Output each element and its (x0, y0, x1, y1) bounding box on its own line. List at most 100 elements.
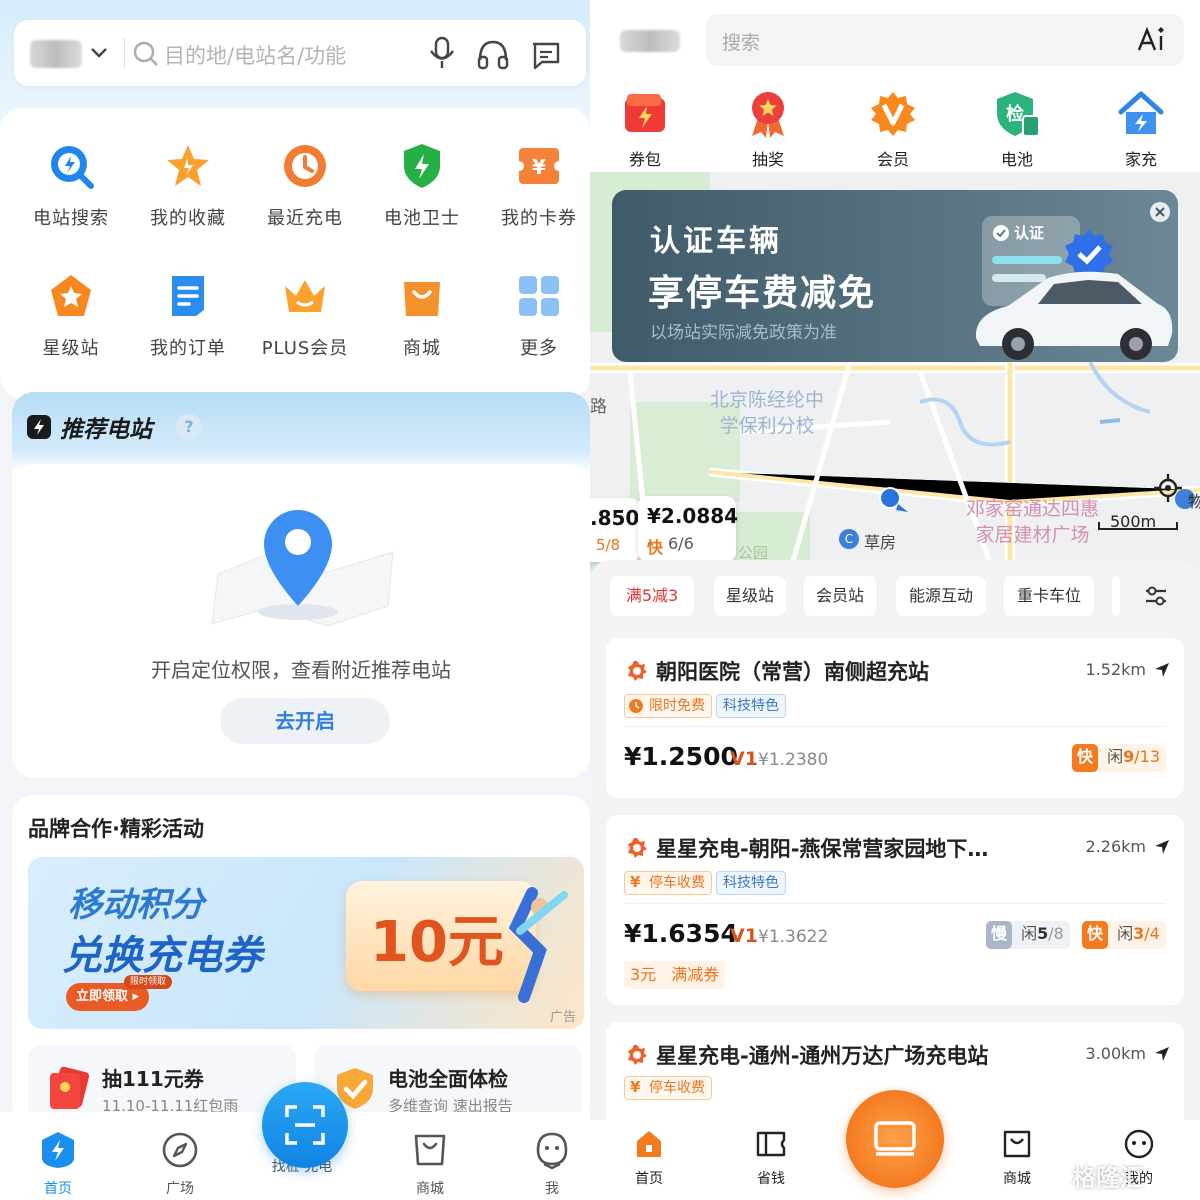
search-input[interactable]: 目的地/电站名/功能 (164, 40, 346, 70)
idle-label: 闲 (1117, 924, 1134, 943)
map-marker-station[interactable]: .850 5/8 (590, 498, 640, 562)
microphone-icon[interactable] (428, 36, 456, 70)
quick-item-label: 我的订单 (150, 338, 226, 359)
marker-price: ¥2.0884 (647, 504, 739, 528)
station-name: 星星充电-朝阳-燕保常营家园地下… (656, 837, 989, 861)
quick-menu-grid: 电站搜索 我的收藏 最近充电 电池卫士 ¥ 我的卡券 星级站 我的订单 PLUS… (0, 108, 590, 398)
quick-item-voucher[interactable]: 券包 (600, 90, 690, 170)
tab-shop[interactable]: 商城 (982, 1128, 1052, 1188)
profile-icon (1124, 1129, 1154, 1159)
station-badge-icon (628, 661, 647, 681)
filter-chip-discount[interactable]: 满5减3 (610, 576, 694, 616)
help-icon[interactable]: ? (176, 414, 202, 440)
quick-item-lottery[interactable]: 抽奖 (723, 90, 813, 170)
tab-label: 广场 (166, 1181, 194, 1197)
idle-count: 9 (1123, 747, 1135, 766)
navigate-arrow-icon[interactable] (1154, 662, 1170, 678)
station-card[interactable]: 星星充电-朝阳-燕保常营家园地下… 2.26km 停车收费 ¥ 科技特色 ¥1.… (606, 815, 1184, 1005)
recommend-title: 推荐电站 (60, 417, 152, 443)
vip-label: V1 (730, 748, 758, 770)
quick-item-shop[interactable]: 商城 (363, 272, 481, 360)
quick-item-plus-member[interactable]: PLUS会员 (246, 272, 364, 360)
map-label-bus: 草房 (864, 533, 897, 552)
home-charge-icon (1118, 91, 1164, 134)
location-city-blurred[interactable] (30, 40, 82, 68)
filter-chip-star-station[interactable]: 星级站 (714, 576, 786, 616)
quick-item-label: 更多 (520, 338, 558, 359)
tab-home[interactable]: 首页 (614, 1128, 684, 1188)
tab-plaza[interactable]: 广场 (140, 1130, 220, 1198)
tab-me[interactable]: 我 (512, 1130, 590, 1198)
search-input[interactable]: 搜索 (722, 28, 760, 55)
filter-chip-energy-interaction[interactable]: 能源互动 (896, 576, 986, 616)
banner-close-button[interactable] (1150, 202, 1170, 222)
quick-item-my-coupons[interactable]: ¥ 我的卡券 (480, 142, 590, 230)
search-bar[interactable]: 搜索 (706, 14, 1184, 66)
close-icon (1155, 207, 1165, 217)
quick-item-label: 会员 (876, 150, 909, 169)
station-search-icon (51, 146, 94, 189)
scan-charge-button[interactable] (262, 1082, 348, 1168)
quick-item-label: 我的收藏 (150, 208, 226, 229)
tab-save-money[interactable]: 省钱 (736, 1128, 806, 1188)
marker-fast: 快 (647, 538, 664, 557)
quick-item-home-charge[interactable]: 家充 (1096, 90, 1186, 170)
svg-text:C: C (845, 532, 853, 546)
search-icon (133, 41, 158, 66)
quick-item-more[interactable]: 更多 (480, 272, 590, 360)
star-favorite-icon (167, 145, 209, 186)
vehicle-certify-banner[interactable]: 认证车辆 享停车费减免 以场站实际减免政策为准 认证 (612, 190, 1178, 362)
idle-count: 5 (1037, 924, 1049, 943)
quick-item-label: 家充 (1124, 150, 1157, 169)
quick-item-recent-charge[interactable]: 最近充电 (246, 142, 364, 230)
shopping-bag-icon (414, 1134, 446, 1166)
search-bar[interactable]: 目的地/电站名/功能 (14, 20, 586, 86)
sliders-icon (1146, 586, 1166, 606)
coupon-chip[interactable]: 3元 满减券 (624, 961, 726, 989)
scan-icon (285, 1105, 325, 1145)
marker-price: .850 (590, 506, 640, 530)
quick-item-my-orders[interactable]: 我的订单 (129, 272, 247, 360)
home-icon (637, 1131, 661, 1157)
quick-item-star-station[interactable]: 星级站 (12, 272, 130, 360)
filter-chip-member-station[interactable]: 会员站 (804, 576, 876, 616)
station-name: 朝阳医院（常营）南侧超充站 (656, 660, 929, 684)
vip-badge-icon (871, 92, 915, 136)
filter-settings-button[interactable] (1130, 576, 1180, 616)
profile-face-icon (536, 1132, 568, 1170)
headset-icon[interactable] (476, 38, 510, 70)
enable-location-button[interactable]: 去开启 (220, 698, 390, 744)
idle-label: 闲 (1021, 924, 1038, 943)
chevron-down-icon[interactable] (90, 46, 108, 60)
filter-chip-heavy-truck[interactable]: 重卡车位 (1004, 576, 1094, 616)
banner-line3: 以场站实际减免政策为准 (650, 323, 837, 343)
top-header: 搜索 券包 抽奖 会员 检 电池 家充 (590, 0, 1200, 172)
map-label-edge: 物 (1188, 492, 1200, 511)
coupon-text: 满减券 (671, 965, 720, 984)
watermark: 格隆汇 (1072, 1164, 1144, 1192)
quick-item-battery[interactable]: 检 电池 (972, 90, 1062, 170)
vip-price: ¥1.3622 (758, 927, 829, 947)
ai-assistant-icon[interactable] (1136, 26, 1166, 54)
left-app-screen: 目的地/电站名/功能 电站搜索 我的收藏 最近充电 电池卫士 ¥ 我的卡券 星级… (0, 0, 590, 1200)
quick-item-favorites[interactable]: 我的收藏 (129, 142, 247, 230)
message-icon[interactable] (530, 40, 562, 70)
station-distance: 1.52km (1085, 660, 1146, 679)
station-card[interactable]: 朝阳医院（常营）南侧超充站 1.52km 限时免费 科技特色 ¥1.2500 V… (606, 638, 1184, 798)
fast-charger-availability: 快 闲9/13 (1072, 744, 1166, 772)
promo-banner[interactable]: 移动积分 兑换充电券 立即领取 ▸ 限时领取 10元 广告 (28, 857, 584, 1029)
tab-shop[interactable]: 商城 (390, 1130, 470, 1198)
scan-charge-button[interactable] (846, 1090, 944, 1188)
filter-bar: 满5减3 星级站 会员站 能源互动 重卡车位 (590, 560, 1200, 630)
red-envelope-icon (50, 1066, 90, 1109)
navigate-arrow-icon[interactable] (1154, 839, 1170, 855)
tab-home[interactable]: 首页 (18, 1130, 98, 1198)
navigate-arrow-icon[interactable] (1154, 1046, 1170, 1062)
quick-item-battery-guard[interactable]: 电池卫士 (363, 142, 481, 230)
ad-label: 广告 (549, 1010, 576, 1025)
quick-item-station-search[interactable]: 电站搜索 (12, 142, 130, 230)
map-marker-station[interactable]: ¥2.0884 快 6/6 (638, 496, 739, 562)
crown-icon (285, 280, 325, 312)
location-city-blurred[interactable] (620, 30, 680, 52)
quick-item-member[interactable]: 会员 (848, 90, 938, 170)
